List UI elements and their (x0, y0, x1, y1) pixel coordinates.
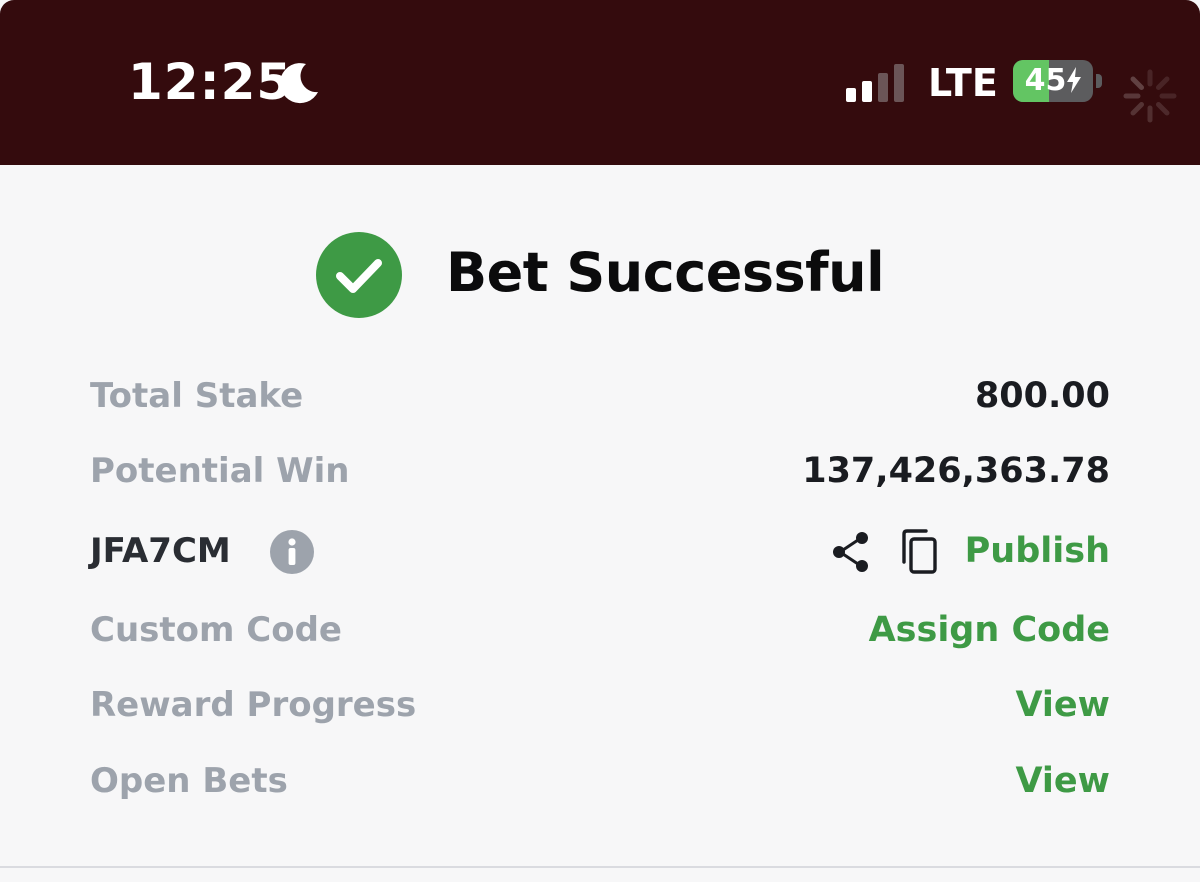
info-icon[interactable] (270, 530, 314, 574)
network-type: LTE (928, 61, 998, 105)
battery-percentage-value: 45 (1024, 63, 1067, 98)
open-bets-label: Open Bets (90, 761, 288, 801)
battery-indicator: 45 (1013, 60, 1093, 102)
total-stake-label: Total Stake (90, 376, 304, 416)
battery-percentage: 45 (1013, 60, 1093, 102)
spinner-icon (1123, 69, 1177, 123)
assign-code-link[interactable]: Assign Code (869, 600, 1110, 660)
custom-code-label: Custom Code (90, 610, 342, 650)
publish-link[interactable]: Publish (965, 521, 1110, 581)
check-circle-icon (316, 232, 402, 318)
booking-code: JFA7CM (90, 531, 231, 571)
lightning-bolt-icon (1067, 67, 1082, 93)
potential-win-value: 137,426,363.78 (802, 451, 1110, 491)
total-stake-value: 800.00 (974, 376, 1110, 416)
custom-code-row: Custom Code Assign Code (90, 600, 1110, 660)
status-bar: 12:25 LTE 45 (0, 0, 1200, 165)
booking-code-row: JFA7CM Publish (90, 521, 1110, 581)
open-bets-view-link[interactable]: View (1015, 751, 1110, 811)
copy-icon[interactable] (898, 528, 940, 576)
divider (0, 866, 1200, 868)
cellular-signal-icon (846, 64, 904, 102)
total-stake-row: Total Stake 800.00 (90, 366, 1110, 426)
moon-icon (280, 63, 318, 104)
battery-cap (1096, 74, 1102, 88)
page-title: Bet Successful (446, 241, 885, 304)
reward-progress-row: Reward Progress View (90, 675, 1110, 735)
status-time: 12:25 (128, 53, 293, 111)
open-bets-row: Open Bets View (90, 751, 1110, 811)
reward-progress-view-link[interactable]: View (1015, 675, 1110, 735)
share-icon[interactable] (830, 530, 872, 574)
potential-win-label: Potential Win (90, 451, 350, 491)
reward-progress-label: Reward Progress (90, 685, 417, 725)
potential-win-row: Potential Win 137,426,363.78 (90, 441, 1110, 501)
